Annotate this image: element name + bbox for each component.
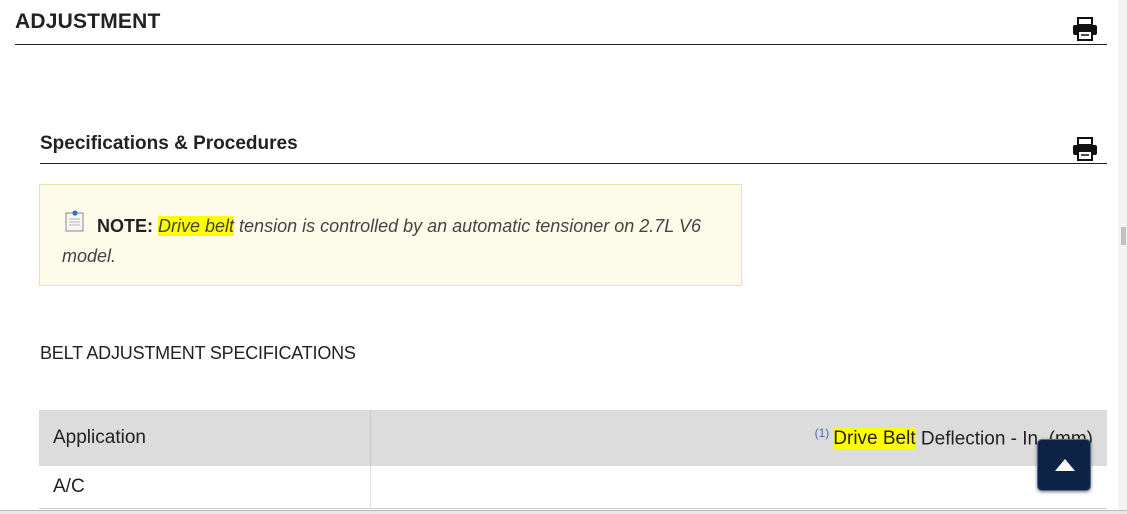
section-heading: Specifications & Procedures	[40, 133, 298, 154]
note-box: NOTE: Drive belt tension is controlled b…	[39, 184, 742, 286]
vertical-scrollbar[interactable]	[1118, 0, 1127, 514]
spec-table: Application (1) Drive Belt Deflection - I…	[39, 410, 1107, 509]
column-header-application: Application	[39, 410, 371, 466]
bottom-edge	[0, 510, 1127, 514]
table-header-row: Application (1) Drive Belt Deflection - I…	[39, 410, 1107, 466]
page-title: ADJUSTMENT	[15, 10, 161, 33]
print-icon[interactable]	[1072, 17, 1098, 41]
highlight-term: Drive belt	[158, 216, 235, 236]
section-divider	[40, 163, 1107, 164]
column-header-deflection: (1) Drive Belt Deflection - In. (mm)	[371, 410, 1108, 466]
arrow-up-icon	[1055, 459, 1075, 471]
note-text: NOTE: Drive belt tension is controlled b…	[62, 211, 712, 271]
table-row: A/C	[39, 466, 1107, 508]
scroll-to-top-button[interactable]	[1037, 439, 1091, 491]
note-label: NOTE:	[97, 216, 153, 236]
title-divider	[15, 44, 1107, 45]
print-icon[interactable]	[1072, 137, 1098, 161]
highlight-term: Drive Belt	[833, 428, 916, 450]
scrollbar-thumb[interactable]	[1121, 227, 1126, 245]
table-title: BELT ADJUSTMENT SPECIFICATIONS	[40, 343, 356, 363]
cell-value	[371, 466, 1108, 508]
cell-application: A/C	[39, 466, 371, 508]
footnote-marker[interactable]: (1)	[815, 426, 830, 440]
